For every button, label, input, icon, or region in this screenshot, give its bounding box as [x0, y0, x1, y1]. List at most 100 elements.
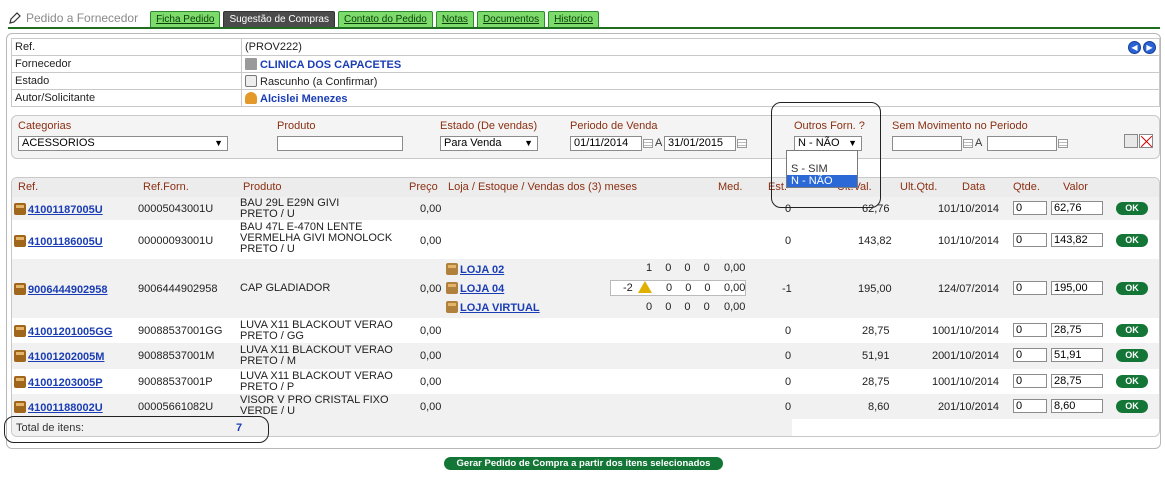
state-label: Estado	[11, 72, 242, 90]
col-product: Produto	[243, 181, 282, 193]
no-movement-from-input[interactable]	[892, 136, 962, 151]
prev-record-icon[interactable]: ◀	[1128, 41, 1141, 54]
item-product-line: PRETO / U	[240, 208, 295, 220]
category-select[interactable]: ACESSORIOS	[18, 136, 228, 151]
item-value-input[interactable]: 8,60	[1051, 399, 1103, 413]
item-stock: 0	[785, 376, 792, 388]
ok-button[interactable]: OK	[1116, 234, 1148, 247]
store-sale: 0	[703, 301, 710, 313]
item-ref-link[interactable]: 9006444902958	[28, 284, 108, 296]
other-suppliers-dropdown: S - SIM N - NÃO	[786, 150, 858, 188]
item-ref-forn: 00005661082U	[138, 401, 214, 413]
item-qty-input[interactable]: 0	[1013, 348, 1047, 362]
supplier-label: Fornecedor	[11, 55, 242, 73]
item-value-input[interactable]: 28,75	[1051, 374, 1103, 388]
store-box-icon	[446, 282, 458, 294]
draft-status-icon	[245, 74, 257, 87]
store-sale: 0	[665, 301, 672, 313]
no-movement-to-input[interactable]	[987, 136, 1057, 151]
next-record-icon[interactable]: ▶	[1143, 41, 1156, 54]
dropdown-blank-option[interactable]	[787, 151, 857, 163]
search-filter-icon[interactable]	[1124, 134, 1138, 148]
dropdown-option-nao[interactable]: N - NÃO	[787, 175, 857, 187]
item-value-input[interactable]: 195,00	[1051, 281, 1103, 295]
sale-state-select[interactable]: Para Venda	[440, 136, 538, 151]
item-ref-forn: 90088537001P	[138, 376, 213, 388]
col-est: Est.	[768, 181, 787, 193]
store-link[interactable]: LOJA 04	[460, 283, 504, 295]
item-product: CAP GLADIADOR	[240, 283, 330, 294]
tab-bar-divider	[8, 27, 1160, 29]
item-date: 01/10/2014	[944, 401, 1000, 413]
item-ref-link[interactable]: 41001203005P	[28, 377, 103, 389]
clear-filter-icon[interactable]	[1139, 134, 1153, 148]
item-qty-input[interactable]: 0	[1013, 374, 1047, 388]
item-ref-link[interactable]: 41001201005GG	[28, 326, 112, 338]
item-date: 01/10/2014	[944, 325, 1000, 337]
supplier-link[interactable]: CLINICA DOS CAPACETES	[260, 59, 401, 71]
tab-ficha-pedido[interactable]: Ficha Pedido	[150, 11, 221, 28]
ok-button[interactable]: OK	[1116, 400, 1148, 413]
item-date: 01/10/2014	[944, 350, 1000, 362]
store-entry: LOJA VIRTUAL	[446, 301, 540, 314]
product-box-icon	[14, 235, 26, 247]
filter-panel: Categorias ACESSORIOS Produto Estado (De…	[11, 115, 1160, 159]
ok-button[interactable]: OK	[1116, 202, 1148, 215]
item-product-line: PRETO / U	[240, 243, 295, 255]
tab-notas[interactable]: Notas	[435, 11, 474, 28]
calendar-icon[interactable]	[737, 139, 747, 148]
ok-button[interactable]: OK	[1116, 349, 1148, 362]
store-link[interactable]: LOJA VIRTUAL	[460, 302, 540, 314]
period-to-input[interactable]: 31/01/2015	[664, 136, 736, 151]
item-ref-link[interactable]: 41001202005M	[28, 351, 104, 363]
calendar-icon[interactable]	[643, 139, 653, 148]
calendar-icon[interactable]	[1058, 139, 1068, 148]
tab-historico[interactable]: Historico	[548, 11, 599, 28]
item-qty-input[interactable]: 0	[1013, 281, 1047, 295]
item-last-qty: 10	[932, 376, 945, 388]
period-from-input[interactable]: 01/11/2014	[570, 136, 642, 151]
product-input[interactable]	[277, 136, 403, 151]
ok-button[interactable]: OK	[1116, 282, 1148, 295]
item-qty-input[interactable]: 0	[1013, 323, 1047, 337]
item-ref-link[interactable]: 41001187005U	[28, 204, 103, 216]
item-price: 0,00	[420, 350, 442, 362]
item-last-qty: 10	[932, 325, 945, 337]
item-date: 24/07/2014	[944, 283, 1000, 295]
tab-sugestao-compras[interactable]: Sugestão de Compras	[223, 11, 335, 28]
store-med: 0,00	[724, 282, 746, 294]
col-med: Med.	[718, 181, 743, 193]
item-value-input[interactable]: 143,82	[1051, 233, 1103, 247]
item-value-input[interactable]: 62,76	[1051, 201, 1103, 215]
author-link[interactable]: Alcislei Menezes	[260, 93, 347, 105]
header-row-state: Estado Rascunho (a Confirmar)	[11, 72, 1160, 90]
item-qty-input[interactable]: 0	[1013, 201, 1047, 215]
item-last-value: 143,82	[858, 235, 892, 247]
grid-header: Ref. Ref.Forn. Produto Preço Loja / Esto…	[12, 178, 1159, 197]
ok-button[interactable]: OK	[1116, 324, 1148, 337]
item-value-input[interactable]: 28,75	[1051, 323, 1103, 337]
building-icon	[245, 57, 257, 70]
item-qty-input[interactable]: 0	[1013, 233, 1047, 247]
item-qty-input[interactable]: 0	[1013, 399, 1047, 413]
product-box-icon	[14, 401, 26, 413]
item-value-input[interactable]: 51,91	[1051, 348, 1103, 362]
store-values: 0 0 0 0	[646, 301, 710, 313]
ref-label: Ref.	[11, 38, 242, 56]
no-movement-label: Sem Movimento no Periodo	[892, 120, 1028, 132]
item-product: BAU 47L E-470N LENTE VERMELHA GIVI MONOL…	[240, 222, 392, 255]
item-last-qty: 20	[932, 350, 945, 362]
store-link[interactable]: LOJA 02	[460, 264, 504, 276]
dropdown-option-sim[interactable]: S - SIM	[787, 163, 857, 175]
item-ref-link[interactable]: 41001186005U	[28, 236, 103, 248]
other-suppliers-select[interactable]: N - NÃO	[794, 136, 862, 151]
supplier-cell: CLINICA DOS CAPACETES	[241, 55, 1160, 73]
ok-button[interactable]: OK	[1116, 375, 1148, 388]
calendar-icon[interactable]	[963, 139, 973, 148]
product-box-icon	[14, 350, 26, 362]
tab-documentos[interactable]: Documentos	[476, 11, 546, 28]
generate-order-button[interactable]: Gerar Pedido de Compra a partir dos iten…	[444, 457, 723, 470]
store-med: 0,00	[724, 301, 746, 313]
item-ref-link[interactable]: 41001188002U	[28, 402, 103, 414]
tab-contato-pedido[interactable]: Contato do Pedido	[337, 11, 433, 28]
